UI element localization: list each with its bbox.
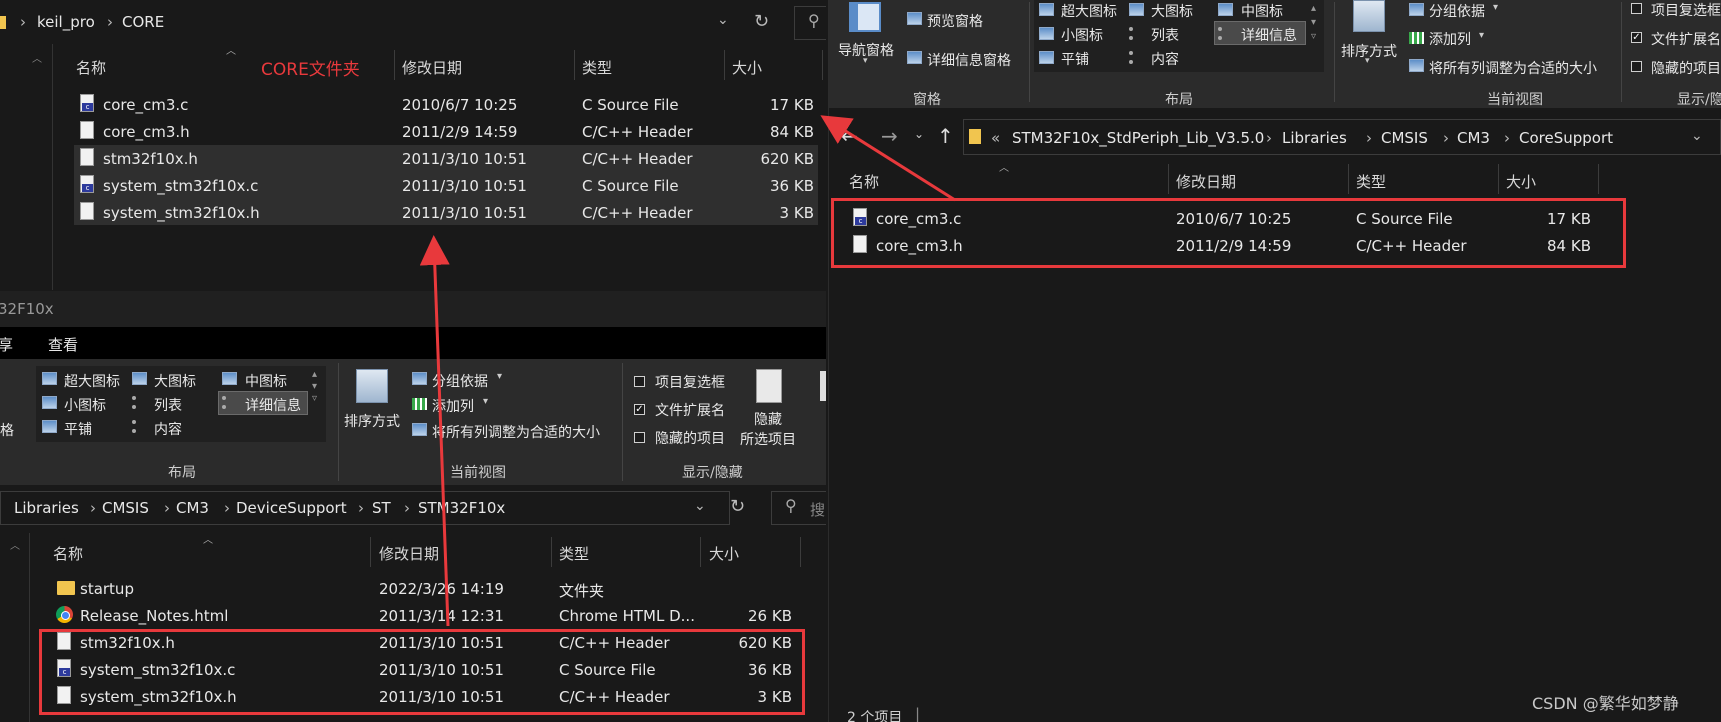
arrow-bottom-to-top bbox=[419, 235, 450, 627]
arrow-right-to-top bbox=[820, 115, 956, 202]
annotation-arrows bbox=[419, 115, 956, 627]
